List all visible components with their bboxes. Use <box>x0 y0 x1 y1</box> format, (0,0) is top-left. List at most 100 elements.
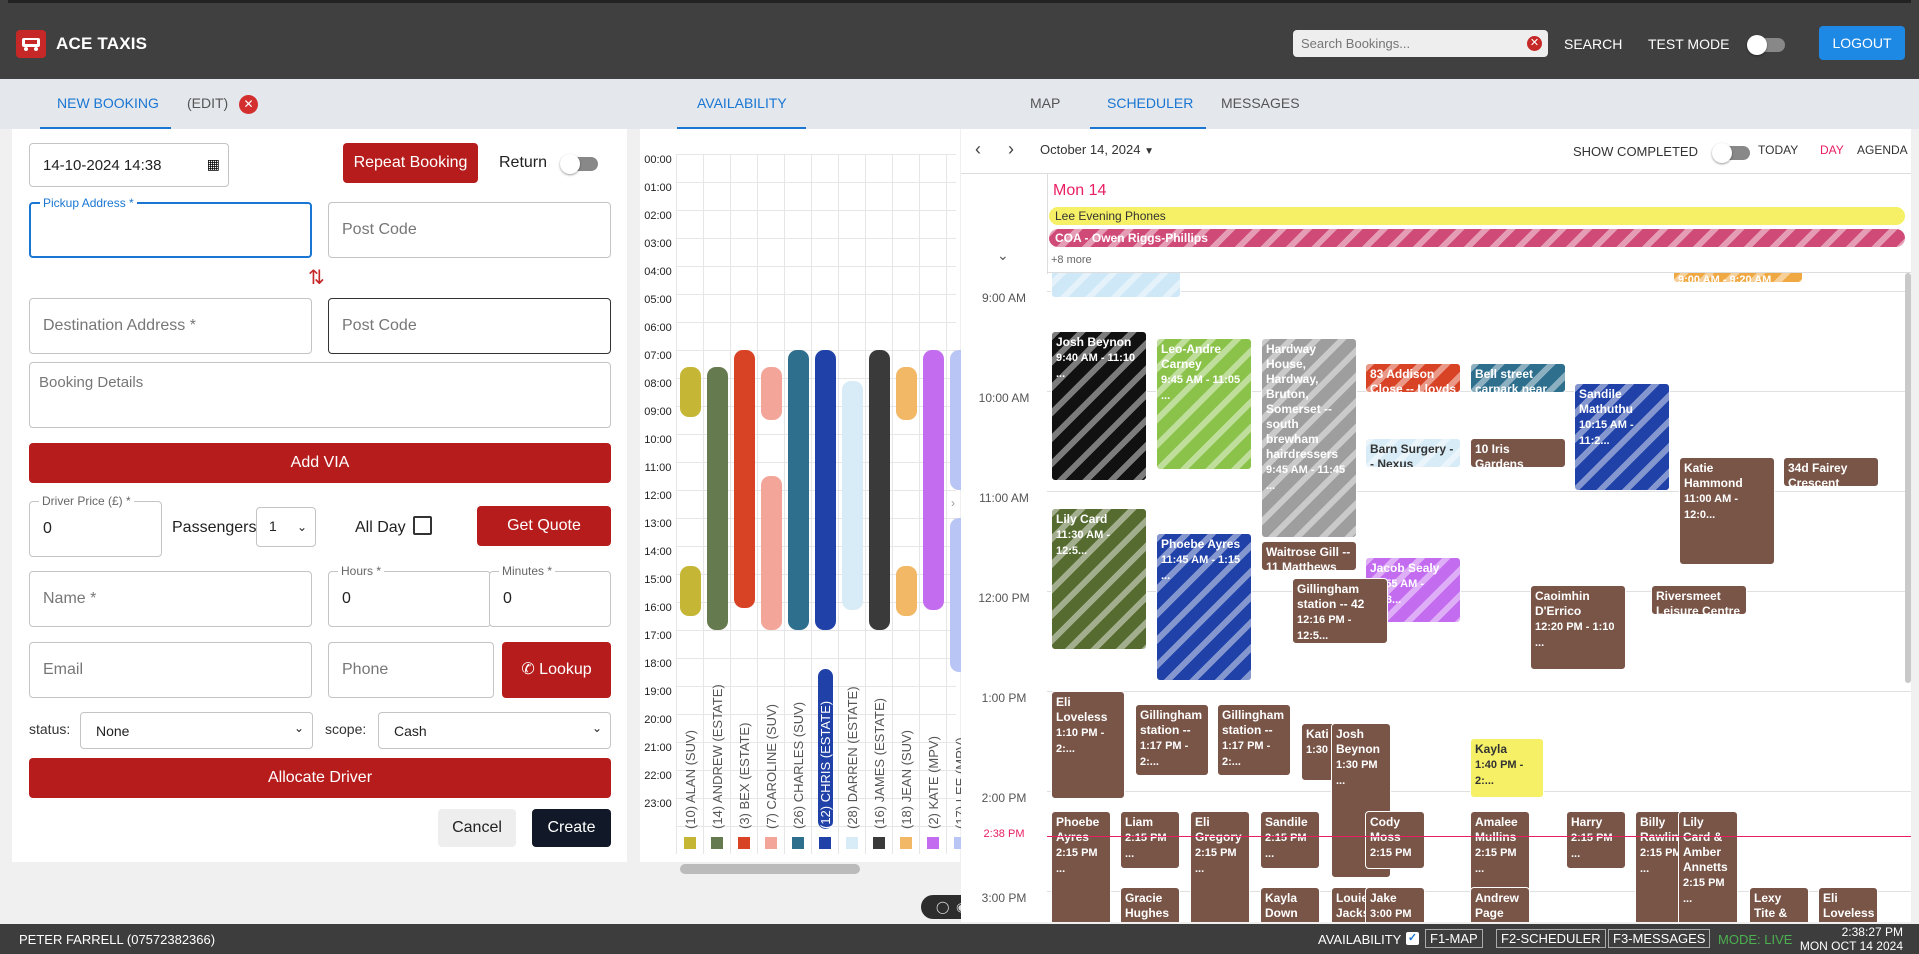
status-select[interactable]: None ⌄ <box>80 712 313 749</box>
calendar-icon[interactable]: ▦ <box>207 156 220 173</box>
availability-bar[interactable] <box>680 366 701 418</box>
booking-event[interactable]: Phoebe Ayres 11:45 AM - 1:15 ... <box>1156 533 1252 681</box>
repeat-booking-button[interactable]: Repeat Booking <box>343 143 478 183</box>
driver-name-label[interactable]: (2) KATE (MPV) <box>926 669 941 829</box>
all-day-event[interactable]: COA - Owen Riggs-Phillips <box>1049 229 1905 247</box>
booking-event[interactable]: Eli Loveless <box>1818 887 1878 922</box>
minutes-field[interactable]: Minutes * 0 <box>489 564 611 627</box>
phone-field[interactable]: Phone <box>328 642 494 698</box>
pickup-postcode-field[interactable]: Post Code <box>328 202 611 258</box>
all-day-event[interactable]: Lee Evening Phones <box>1049 207 1905 225</box>
booking-event[interactable]: Bell street carpark near <box>1470 363 1566 393</box>
availability-bar[interactable] <box>815 350 836 630</box>
booking-event[interactable]: Cody Moss 2:15 PM ... <box>1365 811 1425 869</box>
driver-name-label[interactable]: (14) ANDREW (ESTATE) <box>710 669 725 829</box>
booking-event[interactable]: Hardway House, Hardway, Bruton, Somerset… <box>1261 338 1357 538</box>
availability-bar[interactable] <box>923 350 944 611</box>
search-button[interactable]: SEARCH <box>1564 36 1622 52</box>
chevron-right-icon[interactable]: › <box>951 496 955 510</box>
booking-event[interactable]: Lily Card & Amber Annetts 2:15 PM ... <box>1678 811 1738 922</box>
get-quote-button[interactable]: Get Quote <box>477 506 611 546</box>
availability-bar[interactable] <box>869 350 890 630</box>
chat-icon[interactable]: ◯ <box>936 900 949 914</box>
test-mode-toggle[interactable] <box>1747 35 1785 55</box>
booking-event[interactable]: Caoimhin D'Errico 12:20 PM - 1:10 ... <box>1530 585 1626 670</box>
logout-button[interactable]: LOGOUT <box>1819 26 1905 60</box>
booking-event[interactable]: Lily Card 11:30 AM - 12:5... <box>1051 508 1147 650</box>
more-events-link[interactable]: +8 more <box>1051 254 1092 266</box>
datetime-field[interactable]: 14-10-2024 14:38 ▦ <box>29 143 229 187</box>
booking-event[interactable]: Kayla Down3:00 PM <box>1260 887 1320 922</box>
close-edit-icon[interactable]: ✕ <box>239 95 258 114</box>
prev-day-icon[interactable]: ‹ <box>975 139 981 160</box>
all-day-checkbox[interactable] <box>413 516 432 535</box>
day-view-button[interactable]: DAY <box>1820 143 1844 157</box>
availability-bar[interactable] <box>896 366 917 420</box>
driver-name-label[interactable]: (12) CHRIS (ESTATE) <box>818 669 833 829</box>
tab-messages[interactable]: MESSAGES <box>1221 95 1300 111</box>
booking-event[interactable]: 34d Fairey Crescent <box>1783 457 1879 487</box>
booking-event[interactable]: Phoebe Ayres 2:15 PM ... <box>1051 811 1111 922</box>
availability-bar[interactable] <box>734 350 755 608</box>
today-button[interactable]: TODAY <box>1758 143 1798 157</box>
booking-event[interactable]: Eli Gregory 2:15 PM ... <box>1190 811 1250 922</box>
booking-event[interactable]: Gillingham station -- 1:17 PM - 2:... <box>1217 704 1291 776</box>
hours-field[interactable]: Hours * 0 <box>328 564 491 627</box>
booking-event[interactable]: 10 Iris Gardens <box>1470 438 1566 468</box>
booking-event[interactable]: Josh Beynon 9:40 AM - 11:10 ... <box>1051 331 1147 481</box>
create-button[interactable]: Create <box>532 809 611 847</box>
destination-postcode-field[interactable]: Post Code <box>328 298 611 354</box>
driver-name-label[interactable]: (16) JAMES (ESTATE) <box>872 669 887 829</box>
driver-name-label[interactable]: (18) JEAN (SUV) <box>899 669 914 829</box>
add-via-button[interactable]: Add VIA <box>29 443 611 483</box>
f3-messages-shortcut[interactable]: F3-MESSAGES <box>1608 929 1711 948</box>
driver-price-field[interactable]: Driver Price (£) * 0 <box>29 494 162 557</box>
driver-name-label[interactable]: (26) CHARLES (SUV) <box>791 669 806 829</box>
date-picker[interactable]: October 14, 2024 ▼ <box>1040 142 1154 157</box>
booking-event[interactable]: 8:45 AM - 9:30 AM <box>1051 273 1181 298</box>
scope-select[interactable]: Cash ⌄ <box>378 712 611 749</box>
horizontal-scrollbar[interactable] <box>680 864 860 874</box>
availability-bar[interactable] <box>788 350 809 630</box>
driver-name-label[interactable]: (3) BEX (ESTATE) <box>737 669 752 829</box>
cancel-button[interactable]: Cancel <box>438 809 516 847</box>
booking-event[interactable]: Harry 2:15 PM ... <box>1566 811 1626 869</box>
booking-event[interactable]: Lexy Tite & Oliver Burt <box>1749 887 1809 922</box>
booking-event[interactable]: Waitrose Gill -- 11 Matthews <box>1261 541 1357 571</box>
next-day-icon[interactable]: › <box>1008 139 1014 160</box>
availability-bar[interactable] <box>707 366 728 630</box>
booking-event[interactable]: Gillingham station -- 1:17 PM - 2:... <box>1135 704 1209 776</box>
booking-event[interactable]: Gracie Hughes3:00 PM <box>1120 887 1180 922</box>
passengers-select[interactable]: 1 ⌄ <box>256 507 316 547</box>
tab-scheduler[interactable]: SCHEDULER <box>1107 95 1193 111</box>
availability-bar[interactable] <box>842 380 863 611</box>
booking-event[interactable]: Gillingham station -- 42 12:16 PM - 12:5.… <box>1292 578 1388 644</box>
booking-event[interactable]: Barn Surgery -- Nexus <box>1365 438 1461 468</box>
driver-name-label[interactable]: (28) DARREN (ESTATE) <box>845 669 860 829</box>
availability-bar[interactable] <box>761 476 782 630</box>
driver-name-label[interactable]: (10) ALAN (SUV) <box>683 669 698 829</box>
destination-address-field[interactable]: Destination Address * <box>29 298 312 354</box>
booking-event[interactable]: Sandile 2:15 PM ... <box>1260 811 1320 869</box>
allocate-driver-button[interactable]: Allocate Driver <box>29 758 611 798</box>
tab-new-booking[interactable]: NEW BOOKING <box>57 95 159 111</box>
availability-bar[interactable] <box>896 565 917 616</box>
f1-map-shortcut[interactable]: F1-MAP <box>1425 929 1483 948</box>
availability-bar[interactable] <box>680 565 701 616</box>
search-box[interactable]: ✕ <box>1293 30 1548 57</box>
name-field[interactable]: Name * <box>29 571 312 627</box>
booking-event[interactable]: Andrew Page3:00 PM <box>1470 887 1530 922</box>
booking-event[interactable]: Eli Loveless 1:10 PM - 2:... <box>1051 691 1125 799</box>
booking-event[interactable]: Kayla 1:40 PM - 2:... <box>1470 738 1544 798</box>
booking-event[interactable]: Jake 3:00 PM ... <box>1365 887 1425 922</box>
return-toggle[interactable] <box>560 154 598 174</box>
booking-event[interactable]: Leo-Andre Carney 9:45 AM - 11:05 ... <box>1156 338 1252 470</box>
booking-event[interactable]: 83 Addison Close -- Lloyds <box>1365 363 1461 393</box>
booking-event[interactable]: Liam 2:15 PM ... <box>1120 811 1180 869</box>
tab-map[interactable]: MAP <box>1030 95 1060 111</box>
swap-address-icon[interactable]: ⇅ <box>308 265 325 290</box>
booking-event[interactable]: Riversmeet Leisure Centre <box>1651 585 1747 615</box>
driver-name-label[interactable]: (7) CAROLINE (SUV) <box>764 669 779 829</box>
f2-scheduler-shortcut[interactable]: F2-SCHEDULER <box>1496 929 1606 948</box>
vertical-scrollbar[interactable] <box>1905 273 1911 683</box>
